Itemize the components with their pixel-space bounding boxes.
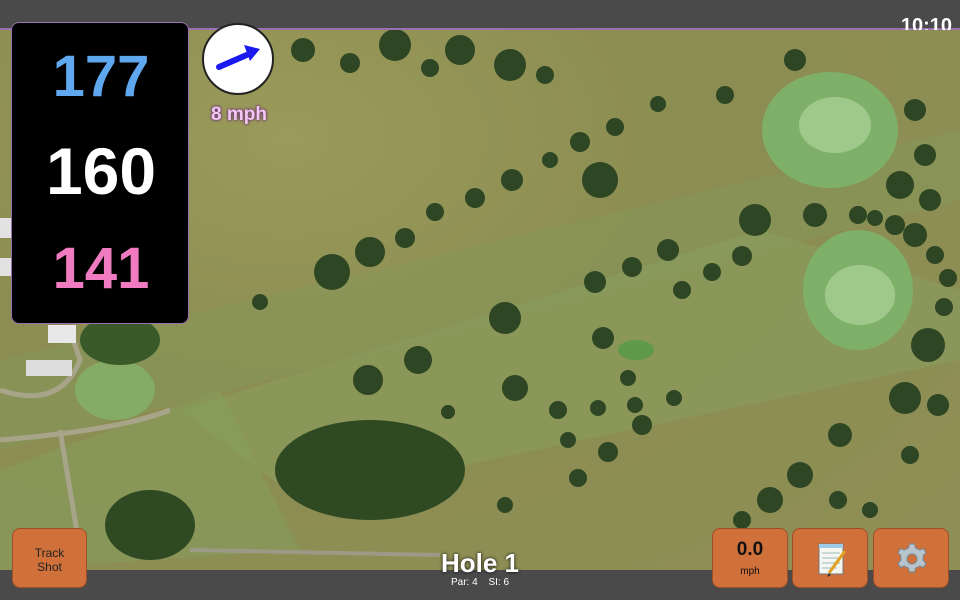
- track-shot-button[interactable]: Track Shot: [12, 528, 87, 588]
- speed-value: 0.0: [736, 539, 764, 560]
- distance-front: 141: [52, 236, 150, 301]
- track-shot-label-line1: Track: [34, 546, 65, 560]
- stroke-index-label: SI: 6: [488, 577, 510, 588]
- wind-indicator: [202, 23, 274, 95]
- wind-arrow-icon: [216, 45, 260, 70]
- hole-title: Hole 1: [440, 548, 520, 578]
- settings-button[interactable]: [873, 528, 949, 588]
- distance-panel: 177 160 141: [11, 22, 189, 324]
- wind-speed-label: 8 mph: [211, 104, 267, 125]
- speed-button[interactable]: 0.0 mph: [712, 528, 788, 588]
- notes-button[interactable]: [792, 528, 868, 588]
- hole-info: Par: 4 SI: 6: [380, 577, 580, 588]
- track-shot-label-line2: Shot: [37, 560, 62, 574]
- gear-icon: [897, 543, 927, 573]
- distance-back: 177: [52, 44, 150, 109]
- speed-unit: mph: [740, 566, 760, 577]
- distance-middle: 160: [45, 134, 157, 208]
- notepad-icon: [818, 543, 847, 577]
- par-label: Par: 4: [450, 577, 478, 588]
